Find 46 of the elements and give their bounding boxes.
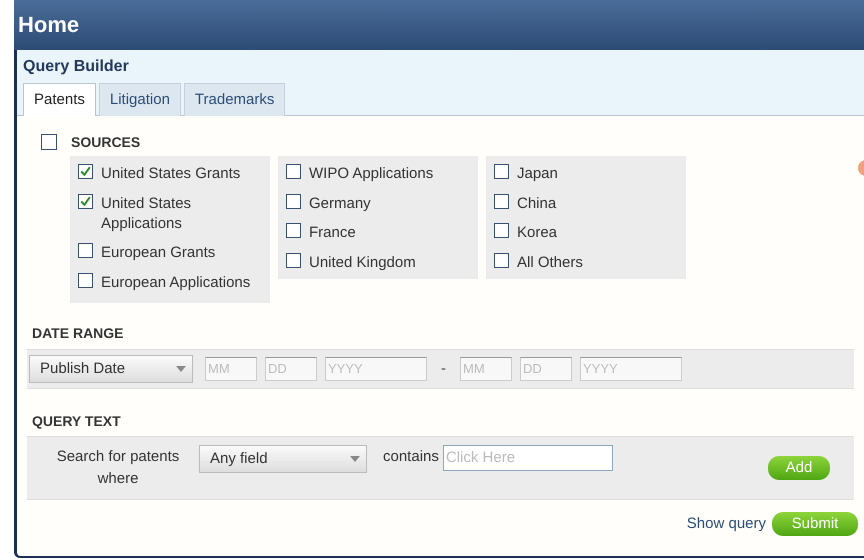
date-field[interactable]: YYYY — [325, 356, 427, 380]
checkbox-label: Korea — [517, 223, 558, 243]
checkbox[interactable] — [494, 194, 509, 208]
checkbox-label: France — [309, 223, 356, 243]
checkbox-label: United Kingdom — [309, 252, 416, 272]
checkbox-label: WIPO Applications — [309, 164, 434, 184]
checkbox-label: All Others — [517, 252, 583, 272]
checkbox-label: United States Grants — [101, 164, 240, 184]
date-field[interactable]: DD — [265, 356, 317, 380]
checkbox-label: United States Applications — [101, 194, 192, 234]
checkbox-label: European Applications — [101, 272, 250, 292]
checkbox[interactable] — [78, 194, 93, 208]
tab[interactable]: Trademarks — [184, 83, 286, 116]
page-title: Home — [18, 12, 80, 38]
checkbox-label: Germany — [309, 194, 371, 214]
checkbox-label: China — [517, 194, 556, 214]
checkbox[interactable] — [286, 252, 301, 268]
panel-title: Query Builder — [23, 58, 130, 76]
checkbox[interactable] — [78, 243, 93, 258]
operator-label: contains — [383, 448, 439, 464]
section-label: QUERY TEXT — [32, 412, 122, 428]
checkbox[interactable] — [78, 272, 93, 288]
query-prompt: Search for patents where — [56, 446, 180, 488]
section-label: DATE RANGE — [32, 324, 125, 340]
show-query-link[interactable]: Show query — [686, 515, 766, 532]
date-field[interactable]: DD — [520, 356, 572, 380]
checkbox[interactable] — [494, 164, 509, 179]
tab[interactable]: Litigation — [98, 83, 181, 116]
checkbox[interactable] — [286, 194, 301, 208]
checkbox[interactable] — [494, 223, 509, 238]
date-field[interactable]: MM — [205, 356, 257, 380]
date-field[interactable]: YYYY — [580, 356, 682, 380]
checkbox-label: Japan — [517, 164, 558, 184]
date-field[interactable]: MM — [460, 356, 512, 380]
checkbox[interactable] — [286, 164, 301, 179]
range-separator: - — [441, 360, 446, 377]
query-input[interactable]: Click Here — [442, 444, 613, 470]
field-dropdown[interactable]: Any field — [199, 444, 367, 472]
checkbox[interactable] — [286, 223, 301, 238]
checkbox[interactable] — [41, 134, 57, 150]
section-label: SOURCES — [71, 134, 140, 150]
checkbox[interactable] — [78, 164, 93, 179]
date-type-dropdown[interactable]: Publish Date — [29, 354, 193, 382]
checkbox[interactable] — [494, 252, 509, 268]
checkbox-label: European Grants — [101, 243, 216, 263]
tab[interactable]: Patents — [23, 83, 96, 116]
